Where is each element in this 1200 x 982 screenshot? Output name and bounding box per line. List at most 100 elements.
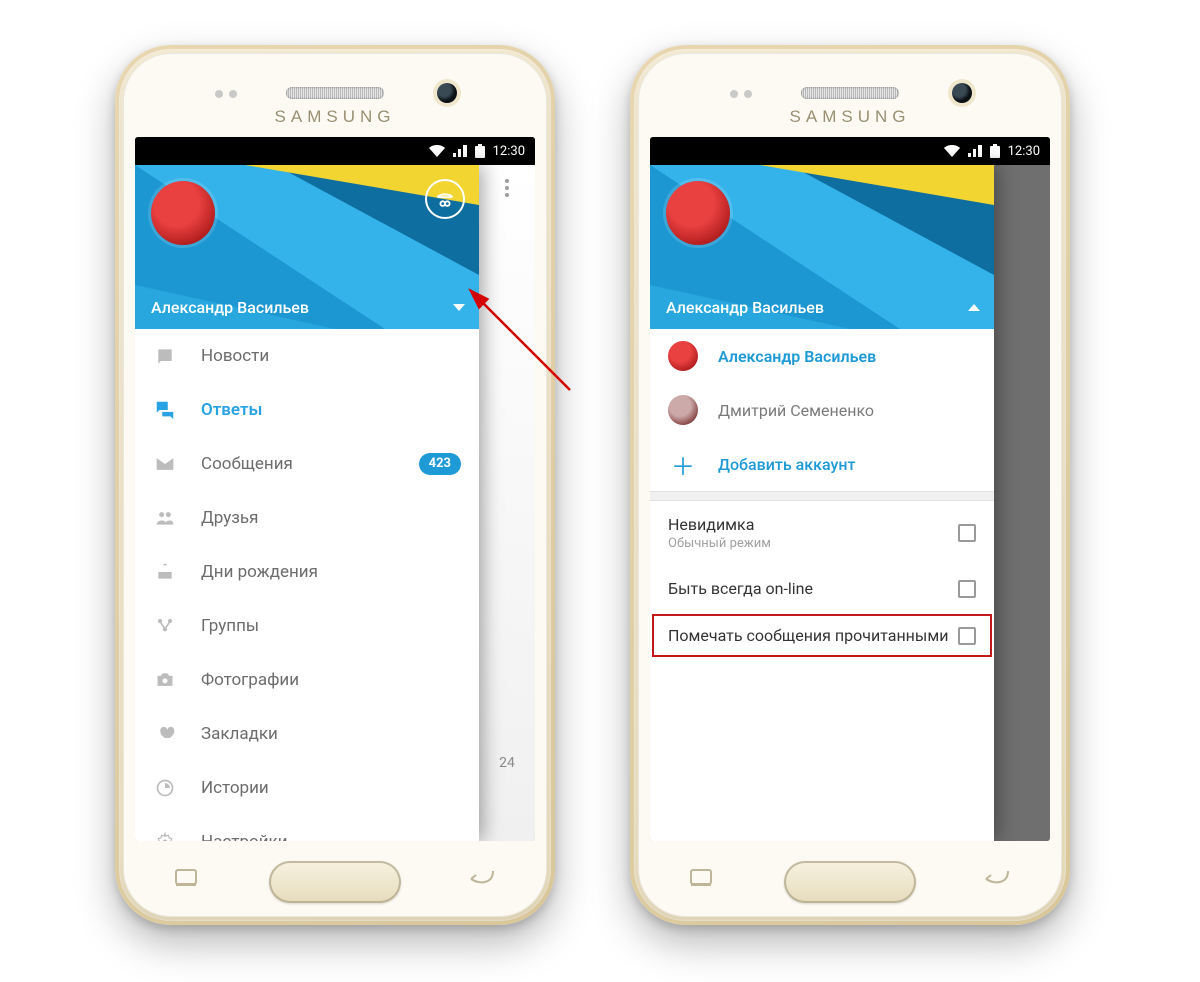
nav-item-label: Дни рождения xyxy=(201,562,318,582)
overflow-icon[interactable] xyxy=(505,179,509,197)
nav-item-friends[interactable]: Друзья xyxy=(135,491,479,545)
nav-drawer: Александр Васильев Александр Васильев Дми… xyxy=(650,165,994,841)
nav-item-news[interactable]: Новости xyxy=(135,329,479,383)
wifi-icon xyxy=(429,145,445,157)
front-camera xyxy=(437,83,457,103)
nav-list: Новости Ответы Сообщения 423 Друзья Дни рожде… xyxy=(135,329,479,841)
chevron-down-icon xyxy=(453,304,465,311)
status-time: 12:30 xyxy=(493,144,525,159)
battery-icon xyxy=(990,144,1000,158)
nav-item-settings[interactable]: Настройки xyxy=(135,815,479,841)
option-row[interactable]: Быть всегда on-line xyxy=(650,565,994,612)
panel-separator xyxy=(650,491,994,501)
option-row[interactable]: Невидимка Обычный режим xyxy=(650,501,994,565)
account-name-label: Александр Васильев xyxy=(718,347,876,366)
chevron-up-icon xyxy=(968,304,980,311)
sensor-cluster xyxy=(730,90,752,98)
groups-icon xyxy=(153,616,177,636)
account-item[interactable]: Александр Васильев xyxy=(650,329,994,383)
recents-softkey[interactable] xyxy=(175,868,197,893)
news-icon xyxy=(153,346,177,366)
nav-item-label: Друзья xyxy=(201,508,258,528)
nav-item-label: Ответы xyxy=(201,400,262,420)
back-softkey[interactable] xyxy=(984,868,1010,893)
nav-item-label: Закладки xyxy=(201,724,278,744)
nav-item-mail[interactable]: Сообщения 423 xyxy=(135,437,479,491)
option-title: Невидимка xyxy=(668,515,771,534)
add-account-label: Добавить аккаунт xyxy=(718,455,855,474)
battery-icon xyxy=(475,144,485,158)
nav-item-label: Фотографии xyxy=(201,670,299,690)
home-button[interactable] xyxy=(269,861,401,903)
brand-label: SAMSUNG xyxy=(790,107,911,127)
peek-counter: 24 xyxy=(499,755,515,771)
wifi-icon xyxy=(944,145,960,157)
option-subtitle: Обычный режим xyxy=(668,536,771,551)
nav-item-photo[interactable]: Фотографии xyxy=(135,653,479,707)
content-peek xyxy=(994,165,1050,841)
recents-softkey[interactable] xyxy=(690,868,712,893)
replies-icon xyxy=(153,399,177,421)
checkbox[interactable] xyxy=(958,580,976,598)
account-item[interactable]: Дмитрий Семененко xyxy=(650,383,994,437)
phone-speaker xyxy=(801,87,899,99)
option-title: Помечать сообщения прочитанными xyxy=(668,626,948,645)
user-name-label: Александр Васильев xyxy=(666,298,824,317)
user-avatar[interactable] xyxy=(666,181,730,245)
status-bar: 12:30 xyxy=(650,137,1050,165)
stories-icon xyxy=(153,778,177,798)
bookmarks-icon xyxy=(153,724,177,744)
nav-item-stories[interactable]: Истории xyxy=(135,761,479,815)
account-name-label: Дмитрий Семененко xyxy=(718,401,874,420)
nav-item-label: Истории xyxy=(201,778,269,798)
checkbox[interactable] xyxy=(958,524,976,542)
add-account-button[interactable]: ＋ Добавить аккаунт xyxy=(650,437,994,491)
account-switcher[interactable]: Александр Васильев xyxy=(151,298,465,317)
drawer-cover: Александр Васильев xyxy=(135,165,479,329)
photo-icon xyxy=(153,670,177,690)
stage: SAMSUNG 12:30 24 xyxy=(0,0,1200,982)
incognito-icon[interactable] xyxy=(425,179,465,219)
screen: 12:30 24 xyxy=(135,137,535,841)
nav-item-label: Сообщения xyxy=(201,454,293,474)
drawer-area: Александр Васильев Александр Васильев Дми… xyxy=(650,165,1050,841)
account-avatar xyxy=(668,341,698,371)
birthday-icon xyxy=(153,562,177,582)
account-switcher[interactable]: Александр Васильев xyxy=(666,298,980,317)
drawer-area: 24 xyxy=(135,165,535,841)
nav-item-groups[interactable]: Группы xyxy=(135,599,479,653)
nav-item-birthday[interactable]: Дни рождения xyxy=(135,545,479,599)
option-title: Быть всегда on-line xyxy=(668,579,813,598)
back-softkey[interactable] xyxy=(469,868,495,893)
friends-icon xyxy=(153,508,177,528)
mail-icon xyxy=(153,454,177,474)
checkbox[interactable] xyxy=(958,627,976,645)
content-peek: 24 xyxy=(479,165,535,841)
nav-item-label: Настройки xyxy=(201,832,288,841)
status-bar: 12:30 xyxy=(135,137,535,165)
nav-drawer: Александр Васильев Новости Ответы Сообщени… xyxy=(135,165,479,841)
account-avatar xyxy=(668,395,698,425)
user-avatar[interactable] xyxy=(151,181,215,245)
home-button[interactable] xyxy=(784,861,916,903)
nav-badge: 423 xyxy=(419,453,461,475)
phone-frame-right: SAMSUNG 12:30 xyxy=(630,45,1070,925)
option-row[interactable]: Помечать сообщения прочитанными xyxy=(650,612,994,659)
settings-icon xyxy=(153,832,177,841)
signal-icon xyxy=(968,145,982,157)
user-name-label: Александр Васильев xyxy=(151,298,309,317)
brand-label: SAMSUNG xyxy=(275,107,396,127)
phone-speaker xyxy=(286,87,384,99)
nav-item-replies[interactable]: Ответы xyxy=(135,383,479,437)
status-time: 12:30 xyxy=(1008,144,1040,159)
account-panel: Александр Васильев Дмитрий Семененко ＋ Доба… xyxy=(650,329,994,841)
phone-frame-left: SAMSUNG 12:30 24 xyxy=(115,45,555,925)
front-camera xyxy=(952,83,972,103)
nav-item-label: Новости xyxy=(201,346,269,366)
sensor-cluster xyxy=(215,90,237,98)
screen: 12:30 xyxy=(650,137,1050,841)
plus-icon: ＋ xyxy=(668,447,698,482)
drawer-cover: Александр Васильев xyxy=(650,165,994,329)
nav-item-bookmarks[interactable]: Закладки xyxy=(135,707,479,761)
signal-icon xyxy=(453,145,467,157)
